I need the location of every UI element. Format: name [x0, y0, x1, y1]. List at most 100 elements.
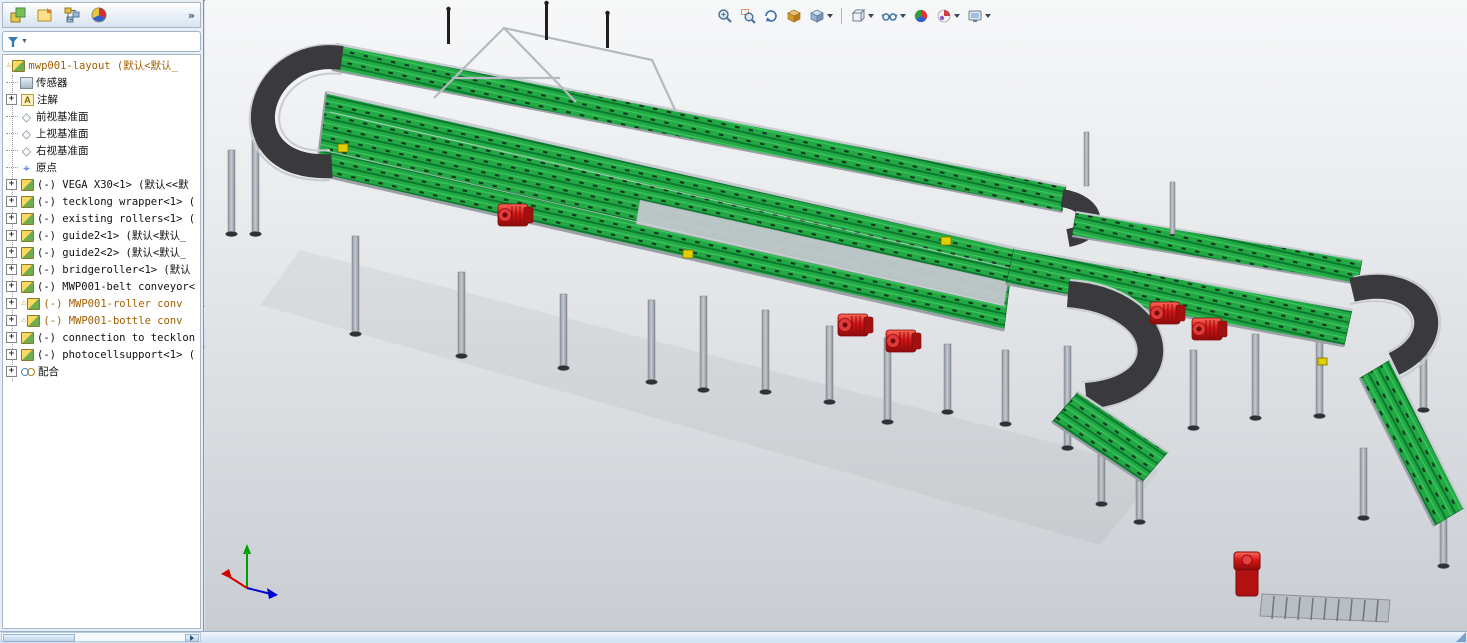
- tree-item-connection-to-tecklong[interactable]: + (-) connection to tecklon: [3, 329, 200, 346]
- featuremanager-tab-icon[interactable]: [8, 5, 28, 25]
- sensor-folder-icon: [20, 76, 33, 89]
- expand-toggle[interactable]: +: [6, 213, 17, 224]
- floor-shadow: [260, 250, 1160, 545]
- component-icon: [21, 229, 34, 242]
- tree-item-right-plane[interactable]: ◇ 右视基准面: [3, 142, 200, 159]
- annotation-icon: A: [21, 93, 34, 106]
- component-icon: [21, 212, 34, 225]
- panel-tab-bar: »: [2, 2, 201, 28]
- feature-manager-panel: » ▼ ⚠ mwp001-layout (默认<默认_ 传感器 + A 注解 ◇…: [0, 0, 204, 631]
- dropdown-caret-icon[interactable]: [900, 14, 906, 18]
- configurationmanager-tab-icon[interactable]: [62, 5, 82, 25]
- tree-item-guide2-1[interactable]: + (-) guide2<1> (默认<默认_: [3, 227, 200, 244]
- dropdown-caret-icon[interactable]: [827, 14, 833, 18]
- gear-motor-6: [1233, 551, 1261, 597]
- expand-toggle[interactable]: +: [6, 196, 17, 207]
- warning-icon: ⚠: [6, 60, 12, 70]
- status-bar: [0, 631, 1467, 643]
- tree-item-sensors[interactable]: 传感器: [3, 74, 200, 91]
- origin-icon: ⌖: [23, 160, 30, 175]
- gear-motor-3: [885, 329, 922, 353]
- apply-scene-icon[interactable]: [934, 5, 962, 27]
- displaymanager-tab-icon[interactable]: [89, 5, 109, 25]
- tree-item-root[interactable]: ⚠ mwp001-layout (默认<默认_: [3, 57, 200, 74]
- gear-motor-4: [1149, 301, 1186, 325]
- tree-item-photocellsupport[interactable]: + (-) photocellsupport<1> (: [3, 346, 200, 363]
- expand-toggle[interactable]: +: [6, 349, 17, 360]
- expand-toggle[interactable]: +: [6, 264, 17, 275]
- component-icon: [21, 280, 34, 293]
- view-orientation-icon[interactable]: [784, 5, 804, 27]
- solidworks-window: » ▼ ⚠ mwp001-layout (默认<默认_ 传感器 + A 注解 ◇…: [0, 0, 1467, 643]
- hide-show-items-icon[interactable]: [879, 5, 908, 27]
- component-icon: [21, 331, 34, 344]
- roller-conveyor-descend-2[interactable]: [1358, 359, 1466, 527]
- filter-dropdown-caret[interactable]: ▼: [21, 38, 28, 45]
- orientation-triad: [221, 544, 278, 599]
- tree-item-annotations[interactable]: + A 注解: [3, 91, 200, 108]
- component-icon: [21, 263, 34, 276]
- standard-views-icon[interactable]: [807, 5, 835, 27]
- graphics-area[interactable]: [205, 0, 1467, 631]
- expand-toggle[interactable]: +: [6, 230, 17, 241]
- zoom-to-area-icon[interactable]: [738, 5, 758, 27]
- view-settings-icon[interactable]: [965, 5, 993, 27]
- transfer-conveyor[interactable]: [1259, 593, 1391, 623]
- filter-funnel-icon: [8, 36, 18, 47]
- dropdown-caret-icon[interactable]: [954, 14, 960, 18]
- tree-item-existing-rollers[interactable]: + (-) existing rollers<1> (: [3, 210, 200, 227]
- view-toolbar: [715, 5, 993, 27]
- tree-item-origin[interactable]: ⌖ 原点: [3, 159, 200, 176]
- expand-toggle[interactable]: +: [6, 179, 17, 190]
- toolbar-separator: [841, 8, 842, 24]
- expand-toggle[interactable]: +: [6, 315, 17, 326]
- tree-filter-box[interactable]: ▼: [2, 31, 201, 52]
- dropdown-caret-icon[interactable]: [985, 14, 991, 18]
- expand-toggle[interactable]: +: [6, 94, 17, 105]
- expand-toggle[interactable]: +: [6, 366, 17, 377]
- zoom-in-out-icon[interactable]: [715, 5, 735, 27]
- tree-item-belt-conveyor[interactable]: + (-) MWP001-belt conveyor<: [3, 278, 200, 295]
- gear-motor-2: [837, 313, 874, 337]
- component-icon: [27, 297, 41, 310]
- tree-item-bottle-conveyor[interactable]: + ⚠ (-) MWP001-bottle conv: [3, 312, 200, 329]
- dropdown-caret-icon[interactable]: [868, 14, 874, 18]
- plane-icon: ◇: [21, 126, 32, 141]
- tree-item-bridgeroller[interactable]: + (-) bridgeroller<1> (默认: [3, 261, 200, 278]
- component-icon: [21, 195, 34, 208]
- toolbar-overflow-chevron[interactable]: »: [188, 9, 195, 22]
- warning-icon: ⚠: [21, 315, 27, 325]
- tree-item-vega-x30[interactable]: + (-) VEGA X30<1> (默认<<默: [3, 176, 200, 193]
- mates-icon: [21, 366, 35, 378]
- edit-appearance-icon[interactable]: [911, 5, 931, 27]
- panel-horizontal-scrollbar[interactable]: [1, 632, 201, 642]
- component-icon: [27, 314, 41, 327]
- scroll-right-arrow[interactable]: [185, 634, 199, 642]
- gear-motor-5: [1191, 317, 1228, 341]
- tree-item-front-plane[interactable]: ◇ 前视基准面: [3, 108, 200, 125]
- warning-icon: ⚠: [21, 298, 27, 308]
- tree-item-tecklong-wrapper[interactable]: + (-) tecklong wrapper<1> (: [3, 193, 200, 210]
- component-icon: [21, 246, 34, 259]
- window-resize-grip[interactable]: [1456, 632, 1466, 642]
- support-legs[interactable]: [225, 139, 1450, 569]
- scrollbar-thumb[interactable]: [3, 634, 75, 642]
- propertymanager-tab-icon[interactable]: [35, 5, 55, 25]
- expand-toggle[interactable]: +: [6, 247, 17, 258]
- rotate-view-icon[interactable]: [761, 5, 781, 27]
- component-icon: [21, 348, 34, 361]
- plane-icon: ◇: [21, 143, 32, 158]
- component-icon: [21, 178, 34, 191]
- expand-toggle[interactable]: +: [6, 281, 17, 292]
- plane-icon: ◇: [21, 109, 32, 124]
- tree-item-mates[interactable]: + 配合: [3, 363, 200, 380]
- display-style-icon[interactable]: [848, 5, 876, 27]
- tree-item-roller-conveyor[interactable]: + ⚠ (-) MWP001-roller conv: [3, 295, 200, 312]
- conveyor-3d-model[interactable]: [205, 0, 1467, 631]
- expand-toggle[interactable]: +: [6, 298, 17, 309]
- tree-item-guide2-2[interactable]: + (-) guide2<2> (默认<默认_: [3, 244, 200, 261]
- feature-tree: ⚠ mwp001-layout (默认<默认_ 传感器 + A 注解 ◇ 前视基…: [2, 54, 201, 629]
- expand-toggle[interactable]: +: [6, 332, 17, 343]
- tree-item-top-plane[interactable]: ◇ 上视基准面: [3, 125, 200, 142]
- gear-motor-1: [497, 203, 534, 227]
